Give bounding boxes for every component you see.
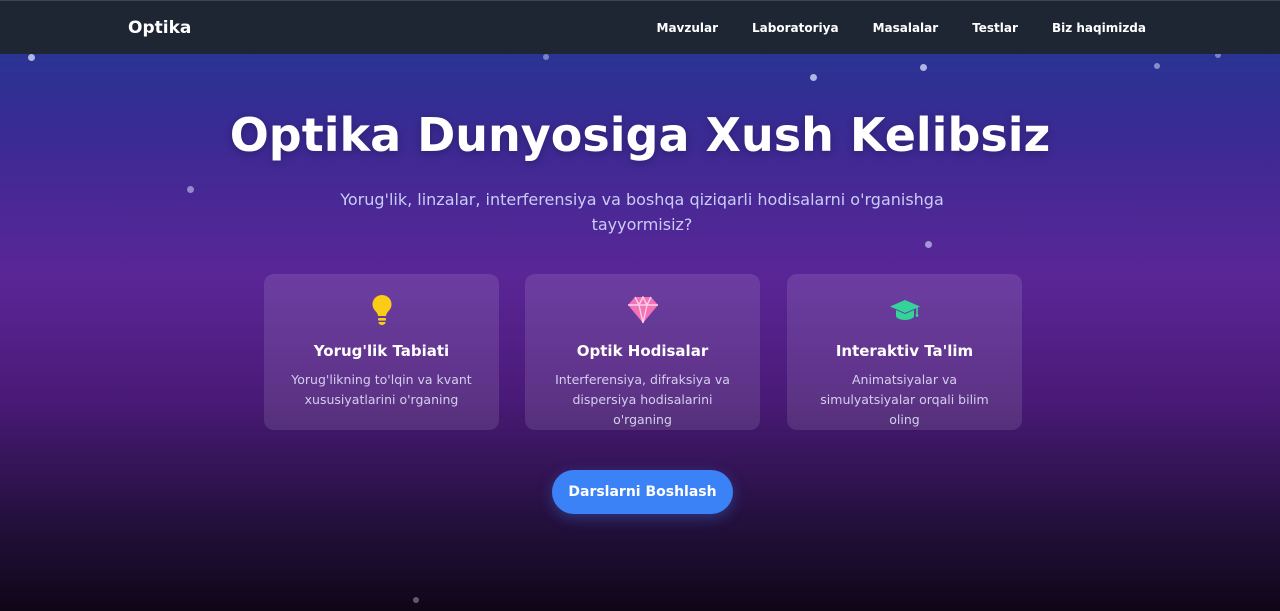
top-navbar: Optika Mavzular Laboratoriya Masalalar T… (0, 0, 1280, 54)
nav-links: Mavzular Laboratoriya Masalalar Testlar … (623, 21, 1147, 35)
gem-icon (525, 294, 760, 326)
feature-card-light-nature: Yorug'lik Tabiati Yorug'likning to'lqin … (264, 274, 499, 430)
hero-subtitle: Yorug'lik, linzalar, interferensiya va b… (340, 190, 944, 234)
card-description: Interferensiya, difraksiya va dispersiya… (555, 372, 730, 427)
hero-title: Optika Dunyosiga Xush Kelibsiz (229, 108, 1051, 162)
card-title: Optik Hodisalar (576, 342, 709, 360)
feature-card-interactive-learning: Interaktiv Ta'lim Animatsiyalar va simul… (787, 274, 1022, 430)
nav-link-mavzular[interactable]: Mavzular (657, 21, 719, 35)
feature-cards: Yorug'lik Tabiati Yorug'likning to'lqin … (264, 274, 1022, 430)
star-decoration (413, 597, 419, 603)
nav-link-biz-haqimizda[interactable]: Biz haqimizda (1052, 21, 1146, 35)
nav-link-masalalar[interactable]: Masalalar (873, 21, 939, 35)
brand-logo-link[interactable]: Optika (128, 18, 191, 38)
star-decoration (810, 74, 817, 81)
star-decoration (187, 186, 194, 193)
card-description: Animatsiyalar va simulyatsiyalar orqali … (820, 372, 989, 427)
star-decoration (28, 54, 35, 61)
card-title: Interaktiv Ta'lim (835, 342, 974, 360)
start-lessons-button[interactable]: Darslarni Boshlash (552, 470, 733, 514)
graduation-cap-icon (787, 294, 1022, 326)
lightbulb-icon (264, 294, 499, 326)
star-decoration (920, 64, 927, 71)
card-description: Yorug'likning to'lqin va kvant xususiyat… (291, 372, 472, 407)
nav-link-laboratoriya[interactable]: Laboratoriya (752, 21, 839, 35)
star-decoration (543, 54, 549, 60)
nav-link-testlar[interactable]: Testlar (972, 21, 1018, 35)
feature-card-optical-phenomena: Optik Hodisalar Interferensiya, difraksi… (525, 274, 760, 430)
card-title: Yorug'lik Tabiati (313, 342, 450, 360)
star-decoration (925, 241, 932, 248)
star-decoration (1154, 63, 1160, 69)
